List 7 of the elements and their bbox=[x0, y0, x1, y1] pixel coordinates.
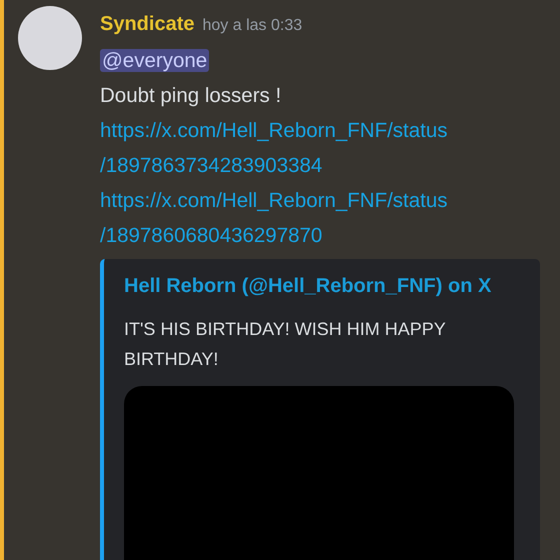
message-text: Doubt ping lossers ! bbox=[100, 83, 282, 109]
embed-description: IT'S HIS BIRTHDAY! WISH HIM HAPPY BIRTHDAY! bbox=[124, 318, 446, 371]
mention-tag[interactable]: @everyone bbox=[100, 49, 210, 72]
embed-title[interactable]: Hell Reborn (@Hell_Reborn_FNF) on X bbox=[124, 269, 520, 304]
link[interactable]: https://x.com/Hell_Reborn_FNF/status /1897860680436297870 bbox=[100, 183, 448, 253]
timestamp: hoy a las 0:33 bbox=[202, 17, 302, 34]
username[interactable]: Syndicate bbox=[100, 13, 194, 35]
